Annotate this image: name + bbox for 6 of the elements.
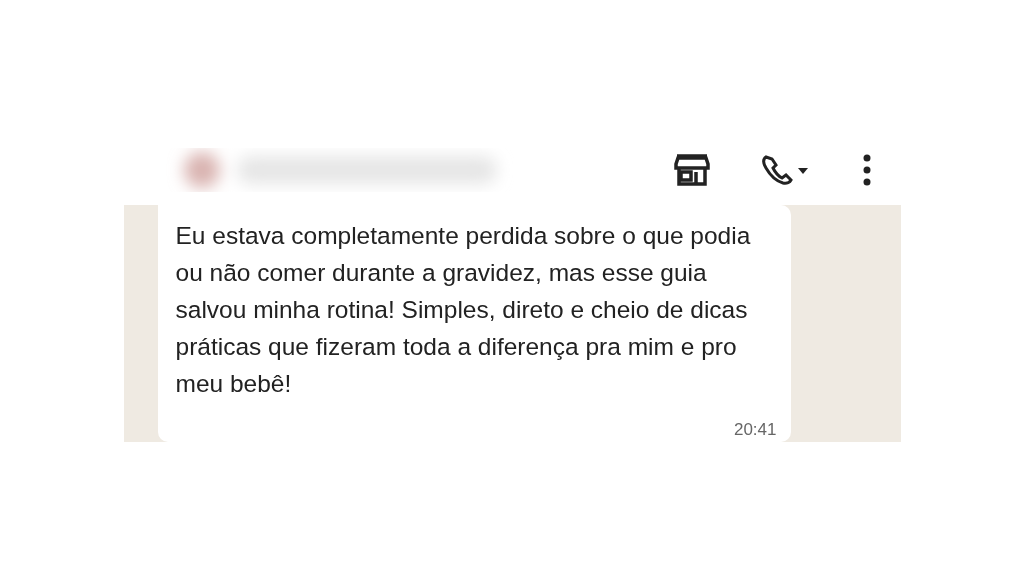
store-icon (674, 154, 710, 186)
store-button[interactable] (674, 154, 710, 186)
message-time: 20:41 (733, 420, 777, 440)
message-text: Eu estava completamente perdida sobre o que podia ou não comer durante a gravidez, mas esse guia salvou minha rotina! Simples, direto e cheio de dicas práticas que fizeram toda a diferença pra mim e pro meu bebê! (175, 221, 752, 399)
menu-button[interactable] (862, 153, 872, 187)
more-options-icon (862, 153, 872, 187)
